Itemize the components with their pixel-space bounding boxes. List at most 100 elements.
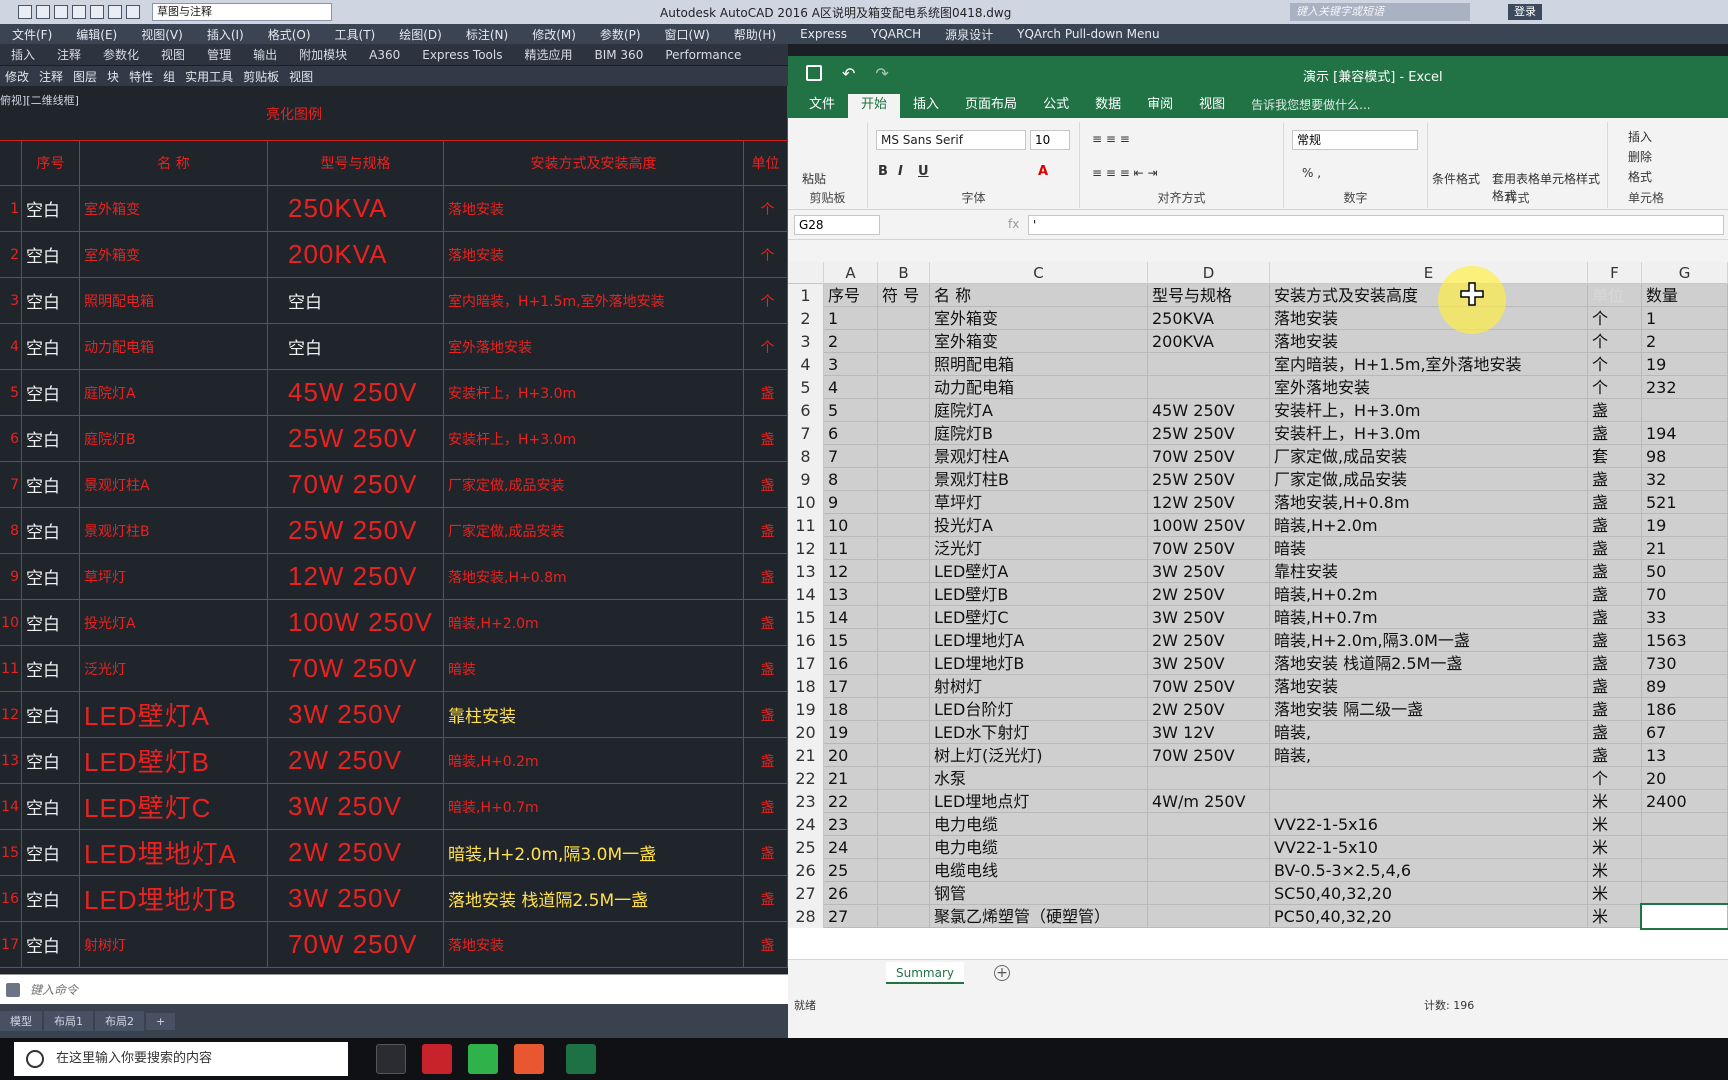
select-all-corner[interactable] bbox=[788, 262, 824, 284]
cell[interactable]: 11 bbox=[824, 537, 878, 560]
cell[interactable] bbox=[1148, 353, 1270, 376]
row-header[interactable]: 17 bbox=[788, 652, 824, 675]
row-header[interactable]: 12 bbox=[788, 537, 824, 560]
cell[interactable]: 盏 bbox=[1588, 721, 1642, 744]
paste-button[interactable]: 粘贴 bbox=[802, 170, 826, 187]
menu-item[interactable]: 绘图(D) bbox=[387, 26, 454, 43]
cell[interactable]: 盏 bbox=[1588, 560, 1642, 583]
cell[interactable]: 盏 bbox=[1588, 514, 1642, 537]
cell[interactable]: 13 bbox=[824, 583, 878, 606]
redo-icon[interactable] bbox=[126, 5, 140, 19]
row-header[interactable]: 28 bbox=[788, 905, 824, 928]
cell[interactable]: 70W 250V bbox=[1148, 675, 1270, 698]
cell[interactable] bbox=[878, 606, 930, 629]
cell[interactable]: VV22-1-5x10 bbox=[1270, 836, 1588, 859]
ribbon-tab[interactable]: Performance bbox=[654, 48, 752, 62]
new-file-icon[interactable] bbox=[18, 5, 32, 19]
cell[interactable]: 米 bbox=[1588, 859, 1642, 882]
cell[interactable]: 9 bbox=[824, 491, 878, 514]
row-header[interactable]: 9 bbox=[788, 468, 824, 491]
cell[interactable]: 暗装, bbox=[1270, 721, 1588, 744]
cell[interactable]: 89 bbox=[1642, 675, 1728, 698]
number-format-select[interactable]: 常规 bbox=[1292, 130, 1418, 150]
cell[interactable] bbox=[878, 698, 930, 721]
menu-item[interactable]: 工具(T) bbox=[323, 26, 388, 43]
viewport-label[interactable]: 俯视][二维线框] bbox=[0, 92, 79, 108]
cell[interactable]: 70 bbox=[1642, 583, 1728, 606]
cell[interactable]: BV-0.5-3×2.5,4,6 bbox=[1270, 859, 1588, 882]
cell[interactable]: 25 bbox=[824, 859, 878, 882]
cell[interactable]: 100W 250V bbox=[1148, 514, 1270, 537]
menu-item[interactable]: 插入(I) bbox=[195, 26, 256, 43]
menu-item[interactable]: 帮助(H) bbox=[722, 26, 788, 43]
menu-item[interactable]: 文件(F) bbox=[0, 26, 64, 43]
row-header[interactable]: 26 bbox=[788, 859, 824, 882]
ribbon-tab[interactable]: 输出 bbox=[242, 46, 288, 63]
row-header[interactable]: 27 bbox=[788, 882, 824, 905]
cell[interactable]: 19 bbox=[1642, 353, 1728, 376]
cell[interactable]: 250KVA bbox=[1148, 307, 1270, 330]
cell[interactable]: 2 bbox=[1642, 330, 1728, 353]
row-header[interactable]: 15 bbox=[788, 606, 824, 629]
tab-review[interactable]: 审阅 bbox=[1134, 94, 1186, 118]
row-header[interactable]: 7 bbox=[788, 422, 824, 445]
ribbon-panel[interactable]: 图层 bbox=[68, 68, 102, 85]
tab-home[interactable]: 开始 bbox=[848, 94, 901, 118]
login-button[interactable]: 登录 bbox=[1508, 4, 1542, 20]
cell[interactable] bbox=[1640, 903, 1728, 930]
cell[interactable]: 暗装,H+2.0m,隔3.0M一盏 bbox=[1270, 629, 1588, 652]
cell[interactable]: 电缆电线 bbox=[930, 859, 1148, 882]
taskbar-search-input[interactable]: 在这里输入你要搜索的内容 bbox=[14, 1042, 348, 1076]
cell[interactable]: 26 bbox=[824, 882, 878, 905]
cell[interactable]: 70W 250V bbox=[1148, 744, 1270, 767]
cell[interactable]: 个 bbox=[1588, 376, 1642, 399]
cell[interactable]: 186 bbox=[1642, 698, 1728, 721]
cell[interactable]: 暗装, bbox=[1270, 744, 1588, 767]
bold-button[interactable]: B bbox=[878, 164, 888, 179]
menu-item[interactable]: YQARCH bbox=[859, 27, 933, 41]
cell[interactable]: 数量 bbox=[1642, 284, 1728, 307]
spreadsheet-grid[interactable]: ABCDEFG 1 序号符 号名 称型号与规格 安装方式及安装高度 单位 数量 2 1 室外箱… bbox=[788, 262, 1728, 959]
cell[interactable]: 盏 bbox=[1588, 468, 1642, 491]
cell[interactable]: LED埋地灯B bbox=[930, 652, 1148, 675]
cell[interactable]: 20 bbox=[1642, 767, 1728, 790]
cell[interactable]: 2400 bbox=[1642, 790, 1728, 813]
cell[interactable]: 树上灯(泛光灯) bbox=[930, 744, 1148, 767]
row-header[interactable]: 10 bbox=[788, 491, 824, 514]
cell[interactable]: 室内暗装，H+1.5m,室外落地安装 bbox=[1270, 353, 1588, 376]
cell[interactable] bbox=[1148, 836, 1270, 859]
row-header[interactable]: 3 bbox=[788, 330, 824, 353]
cell[interactable]: 盏 bbox=[1588, 399, 1642, 422]
row-header[interactable]: 25 bbox=[788, 836, 824, 859]
cell[interactable] bbox=[878, 652, 930, 675]
row-header[interactable]: 8 bbox=[788, 445, 824, 468]
column-header[interactable]: B bbox=[878, 262, 930, 284]
ribbon-panel[interactable]: 实用工具 bbox=[180, 68, 238, 85]
tab-file[interactable]: 文件 bbox=[796, 94, 848, 118]
cell[interactable]: 个 bbox=[1588, 353, 1642, 376]
cell[interactable]: LED壁灯A bbox=[930, 560, 1148, 583]
cell[interactable] bbox=[878, 514, 930, 537]
tab-insert[interactable]: 插入 bbox=[900, 94, 952, 118]
cell[interactable] bbox=[878, 629, 930, 652]
ribbon-tab[interactable]: 附加模块 bbox=[288, 46, 358, 63]
insert-cells-button[interactable]: 插入 bbox=[1628, 128, 1652, 145]
cell[interactable]: 45W 250V bbox=[1148, 399, 1270, 422]
cell[interactable]: 庭院灯B bbox=[930, 422, 1148, 445]
font-color-button[interactable]: A bbox=[1038, 164, 1048, 179]
cell[interactable]: 2 bbox=[824, 330, 878, 353]
cell[interactable]: 符 号 bbox=[878, 284, 930, 307]
cell[interactable]: 2W 250V bbox=[1148, 698, 1270, 721]
ribbon-tab[interactable]: 视图 bbox=[150, 46, 196, 63]
cell[interactable]: 盏 bbox=[1588, 744, 1642, 767]
cell[interactable]: 米 bbox=[1588, 882, 1642, 905]
row-header[interactable]: 5 bbox=[788, 376, 824, 399]
cell[interactable]: 个 bbox=[1588, 307, 1642, 330]
cell[interactable] bbox=[878, 859, 930, 882]
ribbon-tab[interactable]: 注释 bbox=[46, 46, 92, 63]
row-header[interactable]: 2 bbox=[788, 307, 824, 330]
delete-cells-button[interactable]: 删除 bbox=[1628, 148, 1652, 165]
cell[interactable]: 7 bbox=[824, 445, 878, 468]
menu-item[interactable]: 源泉设计 bbox=[933, 26, 1005, 43]
autocad-search-input[interactable]: 键入关键字或短语 bbox=[1290, 3, 1470, 21]
